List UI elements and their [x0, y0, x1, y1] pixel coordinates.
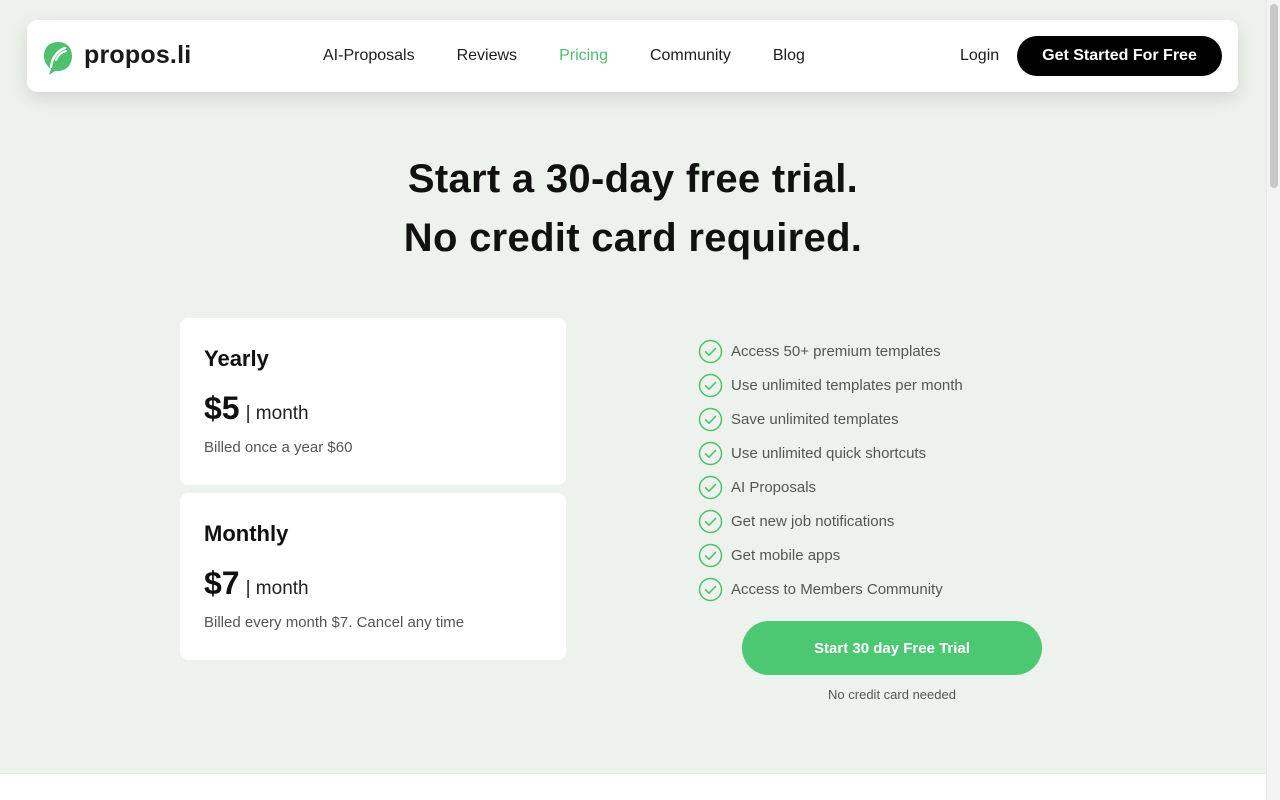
hero-title-line-1: Start a 30-day free trial. [407, 157, 859, 201]
plan-card-monthly[interactable]: Monthly $7 | month Billed every month $7… [180, 493, 566, 660]
page-background: propos.li AI-Proposals Reviews Pricing C… [0, 0, 1266, 773]
check-circle-icon [698, 543, 723, 567]
plan-price: $7 [204, 565, 240, 601]
site-header: propos.li AI-Proposals Reviews Pricing C… [27, 20, 1238, 92]
nav-item-ai-proposals[interactable]: AI-Proposals [323, 47, 415, 65]
list-item: Save unlimited templates [698, 402, 963, 436]
feature-label: AI Proposals [731, 478, 817, 496]
plan-card-yearly[interactable]: Yearly $5 | month Billed once a year $60 [180, 318, 566, 485]
brand-name: propos.li [84, 40, 192, 69]
brand-logo[interactable]: propos.li [42, 40, 191, 76]
plan-name: Yearly [204, 346, 269, 371]
feature-label: Get mobile apps [731, 546, 841, 564]
start-trial-button[interactable]: Start 30 day Free Trial [742, 621, 1042, 675]
list-item: Use unlimited templates per month [698, 368, 963, 402]
check-circle-icon [698, 339, 723, 363]
plan-billing-note: Billed every month $7. Cancel any time [204, 614, 465, 631]
plan-name: Monthly [204, 521, 289, 546]
feature-label: Access 50+ premium templates [731, 342, 941, 360]
next-section-edge [0, 773, 1266, 800]
nav-item-blog[interactable]: Blog [773, 47, 805, 65]
login-link[interactable]: Login [960, 47, 999, 65]
plan-period: | month [245, 403, 309, 424]
feature-label: Save unlimited templates [731, 410, 899, 428]
feature-label: Access to Members Community [731, 580, 943, 598]
list-item: Get mobile apps [698, 538, 963, 572]
feature-label: Get new job notifications [731, 512, 895, 530]
nav-item-reviews[interactable]: Reviews [457, 47, 517, 65]
plan-price: $5 [204, 390, 240, 426]
price-row: $7 | month [204, 565, 542, 602]
nav-item-pricing[interactable]: Pricing [559, 47, 608, 65]
check-circle-icon [698, 407, 723, 431]
leaf-logo-icon [44, 42, 72, 75]
feature-list: Access 50+ premium templates Use unlimit… [698, 334, 963, 606]
list-item: Access 50+ premium templates [698, 334, 963, 368]
check-circle-icon [698, 475, 723, 499]
plan-billing-note: Billed once a year $60 [204, 439, 353, 456]
check-circle-icon [698, 441, 723, 465]
page-scrollbar[interactable] [1266, 0, 1280, 800]
feature-label: Use unlimited templates per month [731, 376, 963, 394]
plan-period: | month [245, 578, 309, 599]
main-nav: AI-Proposals Reviews Pricing Community B… [323, 20, 847, 92]
nav-item-community[interactable]: Community [650, 47, 731, 65]
trial-note: No credit card needed [828, 687, 956, 702]
scrollbar-thumb[interactable] [1270, 4, 1278, 188]
get-started-button[interactable]: Get Started For Free [1017, 36, 1222, 76]
hero-section: Start a 30-day free trial. No credit car… [0, 150, 1266, 268]
check-circle-icon [698, 373, 723, 397]
feature-label: Use unlimited quick shortcuts [731, 444, 927, 462]
list-item: Access to Members Community [698, 572, 963, 606]
list-item: Get new job notifications [698, 504, 963, 538]
check-circle-icon [698, 577, 723, 601]
hero-title-line-2: No credit card required. [403, 216, 863, 260]
list-item: AI Proposals [698, 470, 963, 504]
check-circle-icon [698, 509, 723, 533]
list-item: Use unlimited quick shortcuts [698, 436, 963, 470]
price-row: $5 | month [204, 390, 542, 427]
